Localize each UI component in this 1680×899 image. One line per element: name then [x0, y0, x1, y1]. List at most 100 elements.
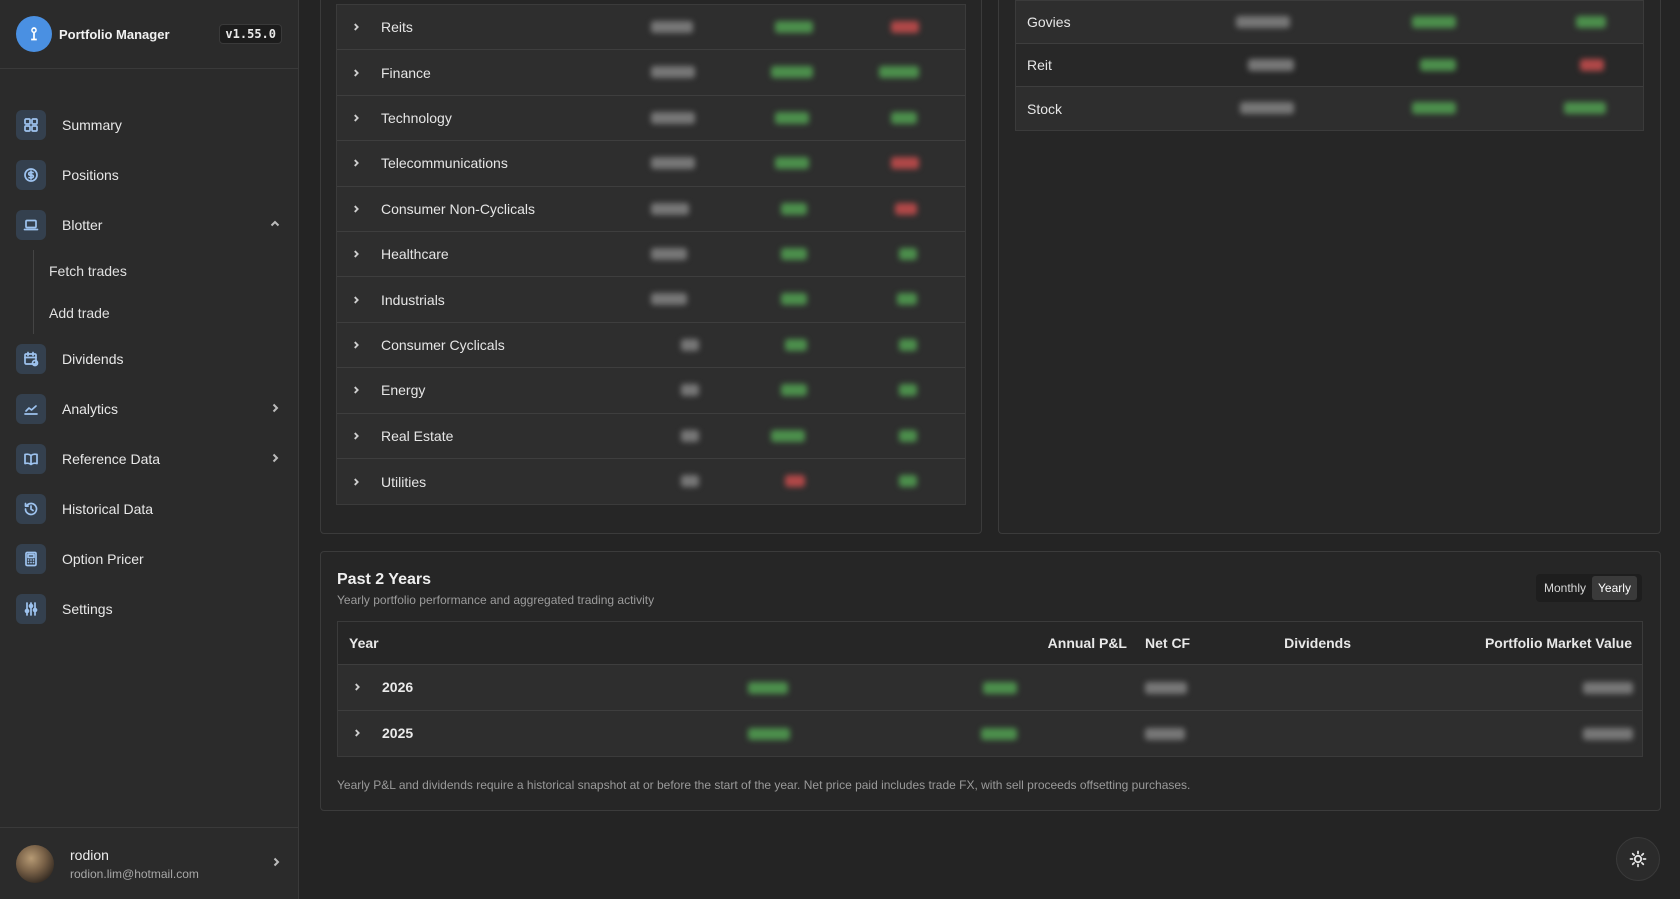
chevron-right-icon[interactable]	[270, 855, 282, 873]
sidebar-item-fetch-trades[interactable]: Fetch trades	[34, 250, 298, 292]
column-header-market-value[interactable]: Portfolio Market Value	[1485, 635, 1632, 651]
app-name: Portfolio Manager	[59, 26, 170, 42]
section-subtitle: Yearly portfolio performance and aggrega…	[337, 593, 655, 607]
redacted-value	[681, 474, 699, 487]
row-values	[631, 96, 965, 140]
chevron-right-icon[interactable]	[351, 158, 365, 168]
redacted-value	[681, 384, 699, 397]
table-row[interactable]: Utilities	[337, 458, 965, 505]
sector-name: Consumer Cyclicals	[381, 336, 505, 353]
theme-toggle-button[interactable]	[1616, 837, 1660, 881]
table-row[interactable]: Govies	[1016, 1, 1643, 44]
chevron-right-icon[interactable]	[352, 728, 366, 738]
user-email: rodion.lim@hotmail.com	[70, 866, 199, 881]
sector-name: Real Estate	[381, 427, 454, 444]
dollar-circle-icon	[16, 160, 46, 190]
redacted-value	[781, 293, 807, 306]
sidebar-item-label: Blotter	[62, 217, 103, 233]
calendar-clock-icon	[16, 344, 46, 374]
dashboard-icon	[16, 110, 46, 140]
redacted-value	[651, 202, 689, 215]
sidebar-item-settings[interactable]: Settings	[0, 584, 298, 634]
chevron-right-icon[interactable]	[352, 682, 366, 692]
sector-name: Reits	[381, 19, 413, 36]
redacted-value	[899, 474, 917, 487]
asset-class-name: Stock	[1027, 100, 1063, 117]
asset-class-name: Govies	[1027, 14, 1071, 30]
sidebar-item-reference-data[interactable]: Reference Data	[0, 434, 298, 484]
table-row[interactable]: Real Estate	[337, 413, 965, 459]
sidebar-item-label: Analytics	[62, 401, 119, 417]
table-row[interactable]: Energy	[337, 368, 965, 414]
row-values	[631, 368, 965, 412]
sidebar-item-label: Settings	[62, 601, 113, 617]
table-row[interactable]: Technology	[337, 95, 965, 142]
column-header-year[interactable]: Year	[349, 635, 379, 651]
sidebar-item-analytics[interactable]: Analytics	[0, 384, 298, 434]
chevron-up-icon[interactable]	[268, 218, 282, 233]
sidebar-item-blotter[interactable]: Blotter	[0, 200, 298, 250]
chevron-right-icon[interactable]	[351, 477, 365, 487]
row-values	[631, 5, 965, 49]
table-row[interactable]: Healthcare	[337, 231, 965, 278]
period-toggle: Monthly Yearly	[1536, 574, 1642, 602]
table-row[interactable]: 2025	[338, 710, 1642, 756]
chevron-right-icon[interactable]	[268, 452, 282, 467]
redacted-value	[775, 157, 809, 170]
book-icon	[16, 444, 46, 474]
chevron-right-icon[interactable]	[351, 431, 365, 441]
sidebar-item-positions[interactable]: Positions	[0, 150, 298, 200]
redacted-value	[1145, 682, 1187, 694]
table-row[interactable]: Stock	[1016, 87, 1643, 130]
chevron-right-icon[interactable]	[351, 68, 365, 78]
table-row[interactable]: Industrials	[337, 277, 965, 323]
chevron-right-icon[interactable]	[351, 295, 365, 305]
yearly-toggle-button[interactable]: Yearly	[1592, 576, 1637, 600]
table-row[interactable]: Consumer Non-Cyclicals	[337, 186, 965, 232]
table-row[interactable]: Reit	[1016, 44, 1643, 87]
column-header-annual-pnl[interactable]: Annual P&L	[1048, 635, 1127, 651]
sidebar-item-option-pricer[interactable]: Option Pricer	[0, 534, 298, 584]
sidebar-item-summary[interactable]: Summary	[0, 100, 298, 150]
row-values	[631, 141, 965, 185]
chevron-right-icon[interactable]	[351, 249, 365, 259]
chevron-right-icon[interactable]	[351, 113, 365, 123]
app-logo-icon[interactable]: ⟟	[16, 16, 52, 52]
redacted-value	[785, 474, 805, 487]
column-header-dividends[interactable]: Dividends	[1284, 635, 1351, 651]
sidebar-nav: Summary Positions Blotter Fetch trades A…	[0, 100, 298, 634]
table-row[interactable]: 2026	[338, 665, 1642, 711]
sliders-icon	[16, 594, 46, 624]
sidebar-item-historical-data[interactable]: Historical Data	[0, 484, 298, 534]
redacted-value	[1576, 16, 1606, 28]
redacted-value	[1145, 727, 1185, 740]
chevron-right-icon[interactable]	[351, 204, 365, 214]
column-header-net-cf[interactable]: Net CF	[1145, 635, 1190, 651]
redacted-value	[651, 111, 695, 124]
sidebar-item-label: Reference Data	[62, 451, 161, 467]
chevron-right-icon[interactable]	[268, 402, 282, 417]
redacted-value	[748, 682, 788, 694]
table-row[interactable]: Reits	[337, 5, 965, 51]
redacted-value	[897, 293, 917, 306]
redacted-value	[899, 384, 917, 397]
row-values	[631, 459, 965, 504]
chevron-right-icon[interactable]	[351, 22, 365, 32]
chevron-right-icon[interactable]	[351, 385, 365, 395]
table-row[interactable]: Telecommunications	[337, 141, 965, 187]
redacted-value	[895, 202, 917, 215]
user-menu[interactable]: rodion rodion.lim@hotmail.com	[0, 827, 298, 899]
monthly-toggle-button[interactable]: Monthly	[1538, 576, 1592, 600]
redacted-value	[651, 293, 687, 306]
redacted-value	[651, 21, 693, 33]
version-badge: v1.55.0	[219, 24, 282, 44]
sidebar-item-dividends[interactable]: Dividends	[0, 334, 298, 384]
table-row[interactable]: Consumer Cyclicals	[337, 322, 965, 369]
redacted-value	[771, 66, 813, 79]
redacted-value	[681, 338, 699, 351]
chevron-right-icon[interactable]	[351, 340, 365, 350]
row-values	[631, 50, 965, 94]
year-label: 2025	[382, 725, 414, 742]
table-row[interactable]: Finance	[337, 50, 965, 96]
sidebar-item-add-trade[interactable]: Add trade	[34, 292, 298, 334]
